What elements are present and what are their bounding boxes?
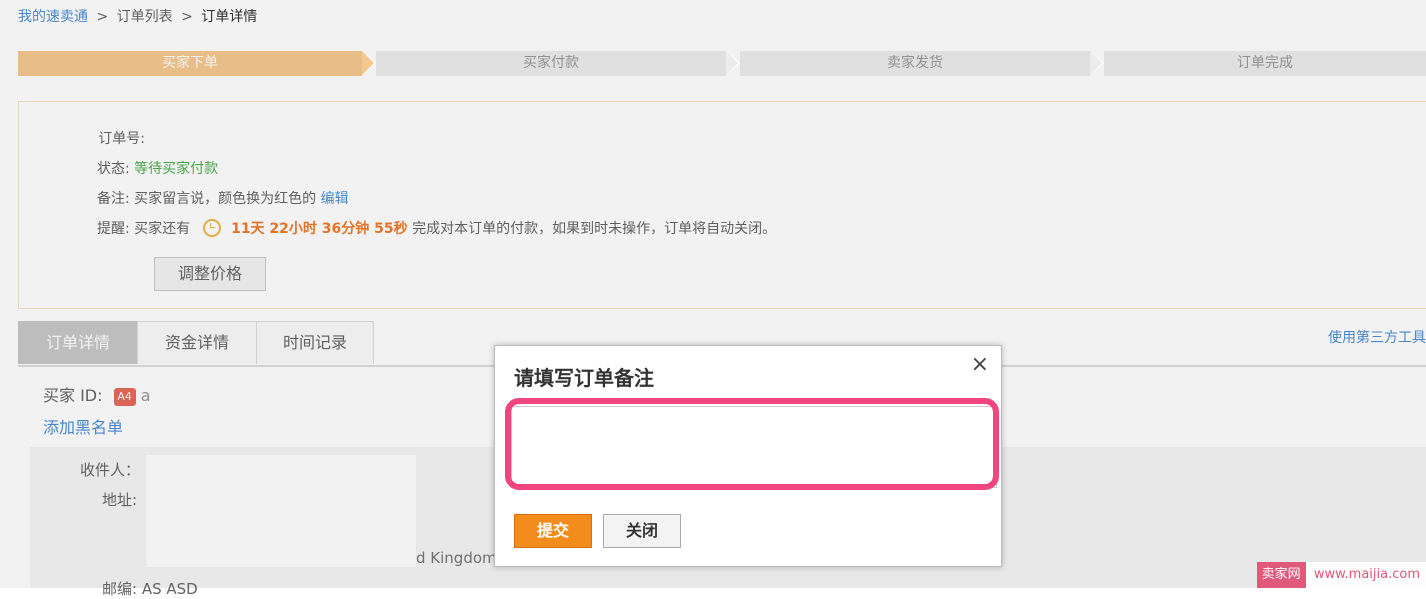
step-label: 订单完成 — [1237, 55, 1293, 71]
status-row: 状态: 等待买家付款 — [97, 158, 218, 178]
tab-order-detail[interactable]: 订单详情 — [18, 321, 138, 364]
dialog-title: 请填写订单备注 — [514, 366, 654, 390]
postcode-row: 邮编: AS ASD — [102, 578, 198, 599]
reminder-suffix: 完成对本订单的付款，如果到时未操作，订单将自动关闭。 — [412, 221, 777, 237]
edit-note-link[interactable]: 编辑 — [321, 191, 349, 207]
breadcrumb-separator: > — [96, 9, 109, 25]
order-info-panel: 订单号: 状态: 等待买家付款 备注: 买家留言说，颜色换为红色的 编辑 提醒:… — [18, 101, 1426, 309]
watermark: 卖家网 www.maijia.com — [1256, 562, 1426, 588]
tab-time-log[interactable]: 时间记录 — [256, 321, 374, 364]
address-country: d Kingdom — [416, 549, 497, 567]
close-icon[interactable]: × — [971, 352, 989, 377]
step-order-complete: 订单完成 — [1104, 51, 1426, 76]
status-label: 状态: — [97, 161, 130, 177]
note-value: 买家留言说，颜色换为红色的 — [134, 191, 317, 207]
buyer-id-row: 买家 ID: A4 a — [43, 382, 151, 406]
order-number-label: 订单号: — [98, 131, 145, 147]
postcode-label: 邮编: — [102, 580, 138, 598]
order-number-row: 订单号: — [63, 128, 145, 148]
add-blacklist-link[interactable]: 添加黑名单 — [43, 414, 123, 438]
payment-countdown: 11天 22小时 36分钟 55秒 — [231, 221, 408, 237]
reminder-prefix: 买家还有 — [134, 221, 191, 237]
order-note-dialog: 请填写订单备注 × 提交 关闭 — [494, 345, 1002, 567]
breadcrumb: 我的速卖通 > 订单列表 > 订单详情 — [18, 6, 257, 26]
reminder-label: 提醒: — [97, 221, 130, 237]
address-label: 地址: — [102, 491, 138, 509]
step-seller-ship: 卖家发货 — [740, 51, 1104, 76]
breadcrumb-separator: > — [181, 9, 193, 25]
buyer-id-label: 买家 ID: — [43, 386, 103, 405]
third-party-tool-link[interactable]: 使用第三方工具 — [1328, 327, 1426, 347]
order-progress-steps: 买家下单 买家付款 卖家发货 订单完成 — [18, 51, 1426, 76]
reminder-row: 提醒: 买家还有 11天 22小时 36分钟 55秒 完成对本订单的付款，如果到… — [97, 218, 776, 238]
note-row: 备注: 买家留言说，颜色换为红色的 编辑 — [97, 188, 349, 208]
watermark-logo: 卖家网 — [1256, 562, 1306, 588]
tab-funds-detail[interactable]: 资金详情 — [137, 321, 257, 364]
clock-icon — [202, 219, 221, 237]
status-value: 等待买家付款 — [134, 161, 219, 177]
watermark-url: www.maijia.com — [1313, 567, 1420, 582]
adjust-price-button[interactable]: 调整价格 — [154, 257, 266, 291]
note-label: 备注: — [97, 191, 130, 207]
step-buyer-order: 买家下单 — [18, 51, 376, 76]
address-content — [146, 455, 416, 567]
buyer-id-value: a — [140, 386, 151, 405]
breadcrumb-order-list-link[interactable]: 订单列表 — [117, 9, 173, 25]
step-buyer-pay: 买家付款 — [376, 51, 740, 76]
recipient-label: 收件人： — [80, 461, 141, 479]
submit-button[interactable]: 提交 — [514, 514, 592, 548]
close-button[interactable]: 关闭 — [603, 514, 681, 548]
step-label: 卖家发货 — [887, 55, 943, 71]
postcode-value: AS ASD — [141, 580, 198, 598]
step-label: 买家下单 — [162, 55, 218, 71]
buyer-level-badge: A4 — [113, 388, 136, 406]
breadcrumb-current: 订单详情 — [201, 9, 258, 25]
breadcrumb-home-link[interactable]: 我的速卖通 — [18, 9, 88, 25]
step-label: 买家付款 — [523, 55, 579, 71]
order-note-input[interactable] — [511, 406, 997, 488]
